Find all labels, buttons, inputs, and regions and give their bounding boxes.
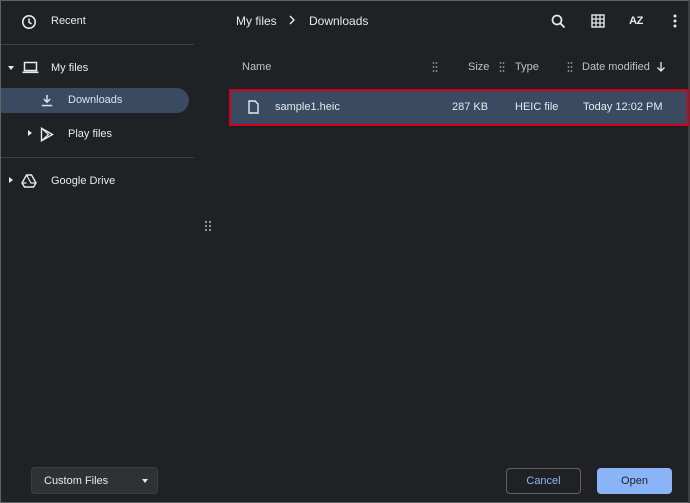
- column-header-size[interactable]: Size: [468, 56, 489, 78]
- sidebar: Recent My files Downloads Play files Goo…: [1, 1, 194, 461]
- column-header-type[interactable]: Type: [515, 56, 539, 78]
- sidebar-item-my-files[interactable]: My files: [1, 53, 194, 83]
- grid-view-button[interactable]: [588, 11, 608, 31]
- column-resize-handle[interactable]: [499, 61, 505, 73]
- search-icon: [551, 14, 565, 28]
- file-picker-window: Recent My files Downloads Play files Goo…: [0, 0, 690, 503]
- file-type: HEIC file: [515, 101, 559, 113]
- column-header-name[interactable]: Name: [242, 56, 271, 78]
- sidebar-item-play-files[interactable]: Play files: [1, 120, 194, 147]
- arrow-down-icon[interactable]: [656, 61, 666, 73]
- sidebar-resize-handle[interactable]: [204, 220, 212, 234]
- sidebar-item-label: Recent: [51, 15, 86, 27]
- sidebar-item-label: My files: [51, 62, 89, 74]
- breadcrumb-root[interactable]: My files: [236, 14, 277, 28]
- sidebar-item-downloads[interactable]: Downloads: [1, 88, 189, 113]
- file-date: Today 12:02 PM: [583, 101, 663, 113]
- toolbar: [216, 1, 688, 43]
- expand-caret-icon[interactable]: [9, 177, 13, 183]
- column-resize-handle[interactable]: [567, 61, 573, 73]
- table-row[interactable]: sample1.heic 287 KB HEIC file Today 12:0…: [229, 89, 689, 126]
- file-type-select-value: Custom Files: [44, 475, 109, 487]
- clock-icon: [20, 13, 38, 31]
- sort-az-icon[interactable]: AZ: [626, 11, 646, 31]
- cancel-button[interactable]: Cancel: [506, 468, 581, 494]
- more-vert-icon[interactable]: [665, 11, 685, 31]
- sidebar-item-google-drive[interactable]: Google Drive: [1, 167, 194, 194]
- download-icon: [40, 93, 54, 107]
- sidebar-item-label: Downloads: [68, 94, 123, 106]
- google-drive-icon: [20, 173, 38, 189]
- laptop-icon: [21, 60, 39, 76]
- play-store-icon: [39, 126, 55, 142]
- chevron-right-icon: [288, 13, 296, 27]
- file-icon: [247, 100, 259, 114]
- breadcrumb-current[interactable]: Downloads: [309, 14, 368, 28]
- file-size: 287 KB: [452, 101, 489, 113]
- search-button[interactable]: [548, 11, 568, 31]
- file-name: sample1.heic: [275, 101, 340, 113]
- sidebar-item-label: Play files: [68, 128, 113, 140]
- column-resize-handle[interactable]: [432, 61, 438, 73]
- expand-caret-icon[interactable]: [8, 66, 14, 70]
- chevron-down-icon: [142, 479, 148, 483]
- sidebar-item-label: Google Drive: [51, 175, 116, 187]
- sidebar-item-recent[interactable]: Recent: [1, 7, 194, 37]
- column-header-date[interactable]: Date modified: [582, 56, 650, 78]
- sidebar-divider: [1, 44, 194, 45]
- sidebar-divider: [1, 157, 194, 158]
- open-button[interactable]: Open: [597, 468, 672, 494]
- file-type-select[interactable]: Custom Files: [31, 467, 158, 494]
- grid-view-icon: [591, 14, 605, 28]
- expand-caret-icon[interactable]: [28, 130, 32, 136]
